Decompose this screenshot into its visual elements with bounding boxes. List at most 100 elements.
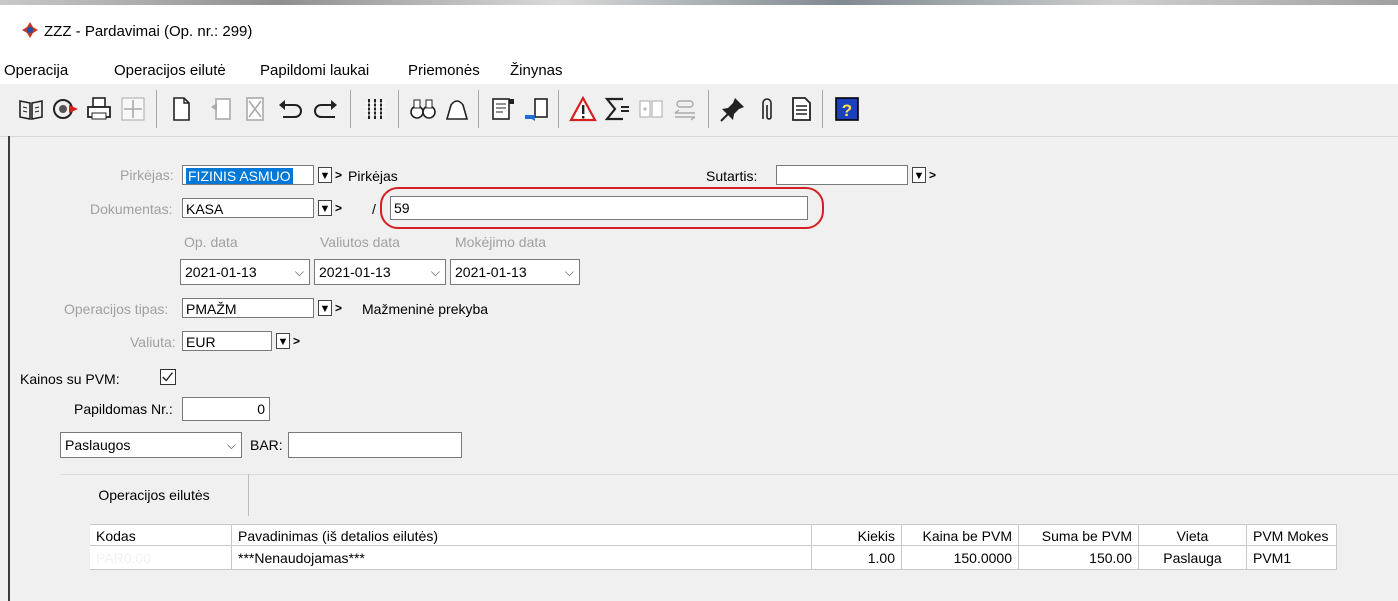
kainos-pvm-checkbox[interactable] xyxy=(160,369,176,385)
warning-icon[interactable] xyxy=(568,92,598,126)
op-tipas-dropdown-button[interactable]: ▼ xyxy=(318,300,332,316)
toolbar-separator xyxy=(350,90,351,128)
sutartis-dropdown-button[interactable]: ▼ xyxy=(912,167,926,183)
delete-icon[interactable] xyxy=(240,92,270,126)
binoculars-icon[interactable] xyxy=(408,92,438,126)
sutartis-label: Sutartis: xyxy=(706,168,758,184)
pirkejas-description: Pirkėjas xyxy=(348,168,398,184)
dokumentas-open-button[interactable]: > xyxy=(335,200,345,216)
toolbar-separator xyxy=(708,90,709,128)
papildomas-input[interactable]: 0 xyxy=(182,397,270,421)
export-icon[interactable] xyxy=(522,92,552,126)
tab-operacijos-eilutes[interactable]: Operacijos eilutės xyxy=(60,474,249,516)
cell-kiekis[interactable]: 1.00 xyxy=(812,546,902,570)
chevron-down-icon: ⌵ xyxy=(226,438,236,452)
mokejimo-data-value: 2021-01-13 xyxy=(455,264,527,280)
pirkejas-value: FIZINIS ASMUO xyxy=(186,168,293,184)
col-suma-be-pvm[interactable]: Suma be PVM xyxy=(1019,524,1139,546)
dokumentas-dropdown-button[interactable]: ▼ xyxy=(318,200,332,216)
cell-pavadinimas[interactable]: ***Nenaudojamas*** xyxy=(232,546,812,570)
menu-zinynas[interactable]: Žinynas xyxy=(510,62,563,79)
panel-border xyxy=(8,136,10,601)
undo-icon[interactable] xyxy=(276,92,306,126)
toolbar-separator xyxy=(156,90,157,128)
menu-operacija[interactable]: Operacija xyxy=(4,62,68,79)
bar-input[interactable] xyxy=(288,432,462,458)
valiuta-open-button[interactable]: > xyxy=(293,333,303,349)
valiuta-dropdown-button[interactable]: ▼ xyxy=(276,333,290,349)
checkmark-icon xyxy=(162,372,173,382)
sum-icon[interactable] xyxy=(602,92,632,126)
columns-icon[interactable] xyxy=(360,92,390,126)
chevron-down-icon: ⌵ xyxy=(564,265,574,279)
dokumentas-field[interactable]: KASA xyxy=(182,198,314,218)
valiutos-data-value: 2021-01-13 xyxy=(319,264,391,280)
chevron-down-icon: ⌵ xyxy=(294,265,304,279)
report-icon[interactable] xyxy=(488,92,518,126)
cell-vieta[interactable]: Paslauga xyxy=(1139,546,1247,570)
kainos-pvm-label: Kainos su PVM: xyxy=(20,371,120,387)
menu-operacijos-eilute[interactable]: Operacijos eilutė xyxy=(114,62,226,79)
op-tipas-field[interactable]: PMAŽM xyxy=(182,298,314,318)
cell-pvm-mokes[interactable]: PVM1 xyxy=(1247,546,1337,570)
help-icon[interactable]: ? xyxy=(832,92,862,126)
cell-kaina-be-pvm[interactable]: 150.0000 xyxy=(902,546,1019,570)
col-kiekis[interactable]: Kiekis xyxy=(812,524,902,546)
split-icon[interactable] xyxy=(636,92,666,126)
col-vieta[interactable]: Vieta xyxy=(1139,524,1247,546)
papildomas-label: Papildomas Nr.: xyxy=(74,401,173,417)
pirkejas-label: Pirkėjas: xyxy=(120,167,174,183)
row-selector-column xyxy=(60,524,91,570)
op-data-picker[interactable]: 2021-01-13 ⌵ xyxy=(180,259,310,285)
chevron-down-icon: ⌵ xyxy=(430,265,440,279)
tab-strip xyxy=(60,474,1398,517)
sutartis-open-button[interactable]: > xyxy=(929,167,939,183)
document-icon[interactable] xyxy=(786,92,816,126)
dokumentas-label: Dokumentas: xyxy=(90,201,173,217)
link-icon[interactable] xyxy=(670,92,700,126)
valiutos-data-label: Valiutos data xyxy=(320,234,400,250)
pirkejas-open-button[interactable]: > xyxy=(335,167,345,183)
category-select[interactable]: Paslaugos ⌵ xyxy=(60,432,242,458)
book-icon[interactable] xyxy=(16,92,46,126)
cell-kodas[interactable]: PAR0.00 xyxy=(90,546,232,570)
highlight-oval xyxy=(380,187,824,229)
cell-suma-be-pvm[interactable]: 150.00 xyxy=(1019,546,1139,570)
pirkejas-dropdown-button[interactable]: ▼ xyxy=(318,167,332,183)
toolbar-separator xyxy=(398,90,399,128)
redo-icon[interactable] xyxy=(310,92,340,126)
window-title: ZZZ - Pardavimai (Op. nr.: 299) xyxy=(44,23,253,40)
print-icon[interactable] xyxy=(84,92,114,126)
svg-text:?: ? xyxy=(842,101,852,120)
op-data-label: Op. data xyxy=(184,234,238,250)
menu-priemones[interactable]: Priemonės xyxy=(408,62,480,79)
sutartis-field[interactable] xyxy=(776,165,908,185)
desktop-strip xyxy=(0,0,1398,5)
menu-papildomi-laukai[interactable]: Papildomi laukai xyxy=(260,62,369,79)
refresh-icon[interactable] xyxy=(50,92,80,126)
bag-icon[interactable] xyxy=(442,92,472,126)
toolbar-separator xyxy=(822,90,823,128)
attachment-icon[interactable] xyxy=(752,92,782,126)
doc-separator: / xyxy=(372,201,376,217)
op-tipas-open-button[interactable]: > xyxy=(335,300,345,316)
op-tipas-description: Mažmeninė prekyba xyxy=(362,301,489,317)
toolbar-separator xyxy=(558,90,559,128)
valiutos-data-picker[interactable]: 2021-01-13 ⌵ xyxy=(314,259,446,285)
new-page-icon[interactable] xyxy=(166,92,196,126)
bar-label: BAR: xyxy=(250,437,283,453)
undo-doc-icon[interactable] xyxy=(206,92,236,126)
col-kaina-be-pvm[interactable]: Kaina be PVM xyxy=(902,524,1019,546)
move-icon[interactable] xyxy=(118,92,148,126)
pin-icon[interactable] xyxy=(718,92,748,126)
app-icon xyxy=(22,22,38,38)
valiuta-field[interactable]: EUR xyxy=(182,331,272,351)
col-pvm-mokes[interactable]: PVM Mokes xyxy=(1247,524,1337,546)
col-kodas[interactable]: Kodas xyxy=(90,524,232,546)
toolbar-separator xyxy=(478,90,479,128)
pirkejas-field[interactable]: FIZINIS ASMUO xyxy=(182,165,314,185)
valiuta-label: Valiuta: xyxy=(130,334,176,350)
mokejimo-data-picker[interactable]: 2021-01-13 ⌵ xyxy=(450,259,580,285)
col-pavadinimas[interactable]: Pavadinimas (iš detalios eilutės) xyxy=(232,524,812,546)
category-value: Paslaugos xyxy=(65,437,131,453)
